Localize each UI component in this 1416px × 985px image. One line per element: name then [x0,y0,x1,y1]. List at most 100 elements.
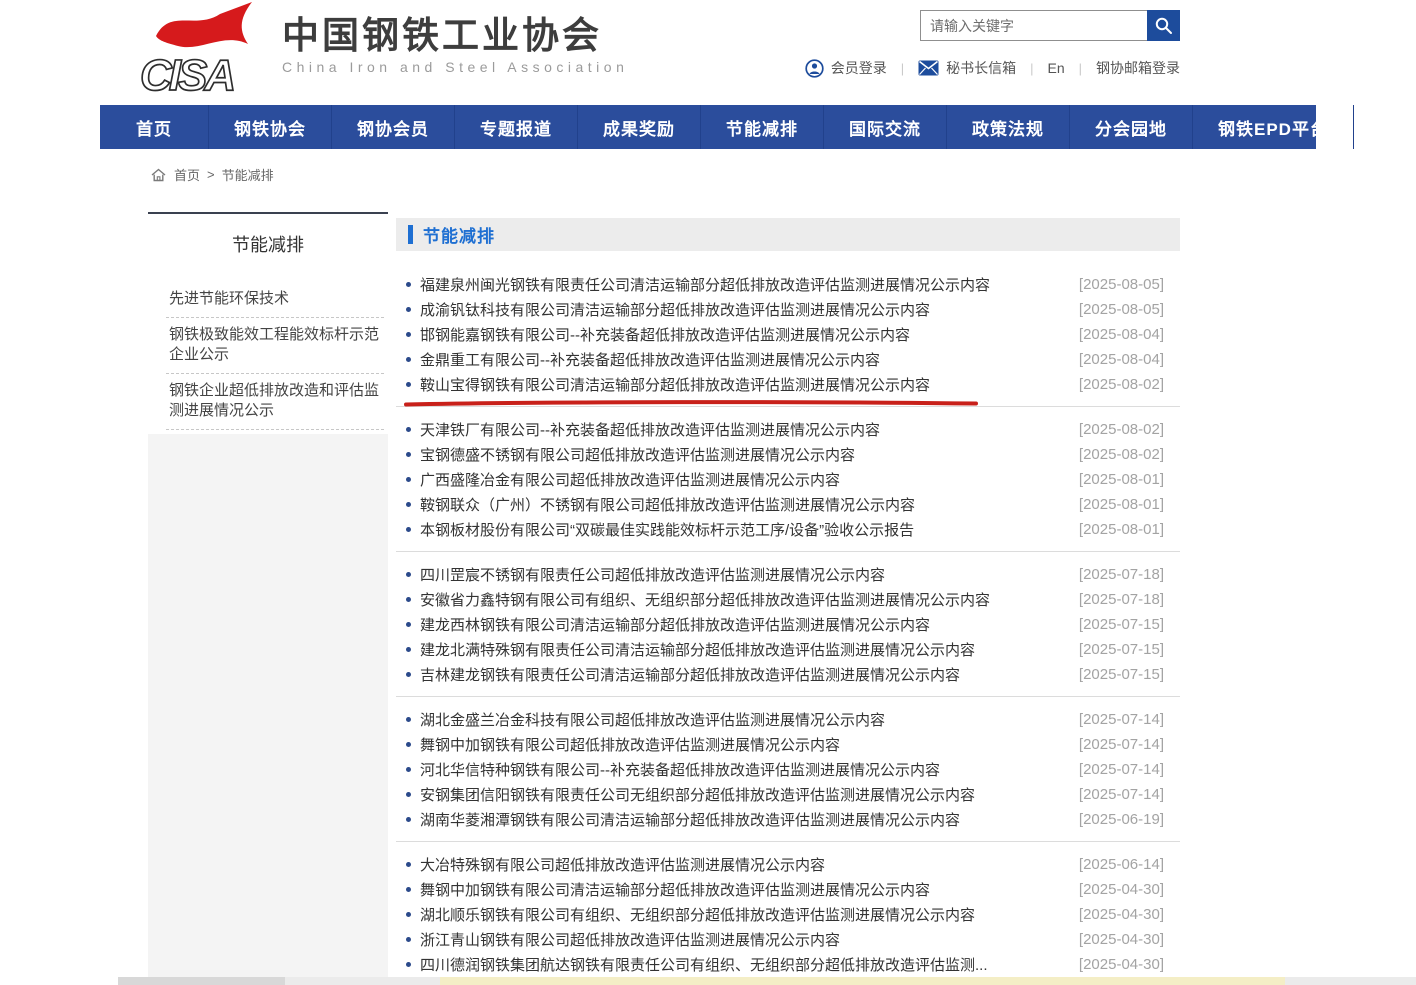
news-title[interactable]: 四川德润钢铁集团航达钢铁有限责任公司有组织、无组织部分超低排放改造评估监测... [420,954,988,975]
news-title[interactable]: 湖北金盛兰冶金科技有限公司超低排放改造评估监测进展情况公示内容 [420,709,885,730]
news-title[interactable]: 邯钢能嘉钢铁有限公司--补充装备超低排放改造评估监测进展情况公示内容 [420,324,910,345]
news-title[interactable]: 湖南华菱湘潭钢铁有限公司清洁运输部分超低排放改造评估监测进展情况公示内容 [420,809,960,830]
search-input[interactable] [920,10,1147,41]
news-title[interactable]: 四川罡宸不锈钢有限责任公司超低排放改造评估监测进展情况公示内容 [420,564,885,585]
nav-item-4[interactable]: 成果奖励 [578,105,701,149]
bullet-icon [406,817,411,822]
section-title: 节能减排 [423,222,495,247]
news-date: [2025-07-15] [1079,641,1180,658]
bullet-icon [406,962,411,967]
news-title[interactable]: 湖北顺乐钢铁有限公司有组织、无组织部分超低排放改造评估监测进展情况公示内容 [420,904,975,925]
top-link-label: 秘书长信箱 [946,58,1016,78]
nav-item-9[interactable]: 钢铁EPD平台 [1193,105,1354,149]
news-date: [2025-06-19] [1079,811,1180,828]
nav-item-5[interactable]: 节能减排 [701,105,824,149]
top-link-1[interactable]: 秘书长信箱 [918,58,1016,78]
breadcrumb-home[interactable]: 首页 [174,165,200,184]
nav-item-3[interactable]: 专题报道 [455,105,578,149]
bullet-icon [406,332,411,337]
news-title[interactable]: 安徽省力鑫特钢有限公司有组织、无组织部分超低排放改造评估监测进展情况公示内容 [420,589,990,610]
nav-item-10[interactable]: 低碳平台 [1354,105,1416,149]
nav-item-2[interactable]: 钢协会员 [332,105,455,149]
bullet-icon [406,672,411,677]
news-title[interactable]: 宝钢德盛不锈钢有限公司超低排放改造评估监测进展情况公示内容 [420,444,855,465]
news-title[interactable]: 大冶特殊钢有限公司超低排放改造评估监测进展情况公示内容 [420,854,825,875]
news-row: 本钢板材股份有限公司“双碳最佳实践能效标杆示范工序/设备”验收公示报告[2025… [396,517,1180,542]
news-title[interactable]: 安钢集团信阳钢铁有限责任公司无组织部分超低排放改造评估监测进展情况公示内容 [420,784,975,805]
news-date: [2025-07-14] [1079,761,1180,778]
site-logo[interactable]: CISA 中国钢铁工业协会 China Iron and Steel Assoc… [140,0,628,96]
nav-item-1[interactable]: 钢铁协会 [209,105,332,149]
nav-item-8[interactable]: 分会园地 [1070,105,1193,149]
news-title[interactable]: 河北华信特种钢铁有限公司--补充装备超低排放改造评估监测进展情况公示内容 [420,759,940,780]
top-link-0[interactable]: 会员登录 [805,58,887,78]
news-date: [2025-06-14] [1079,856,1180,873]
news-title[interactable]: 浙江青山钢铁有限公司超低排放改造评估监测进展情况公示内容 [420,929,840,950]
bullet-icon [406,622,411,627]
news-date: [2025-08-01] [1079,471,1180,488]
highlight-underline-icon [403,394,979,401]
section-accent-bar [408,225,413,244]
news-title[interactable]: 舞钢中加钢铁有限公司超低排放改造评估监测进展情况公示内容 [420,734,840,755]
news-group-4: 大冶特殊钢有限公司超低排放改造评估监测进展情况公示内容 [2025-06-14] 舞… [396,852,1180,985]
site-header: CISA 中国钢铁工业协会 China Iron and Steel Assoc… [0,0,1416,103]
news-date: [2025-07-18] [1079,591,1180,608]
news-group-0: 福建泉州闽光钢铁有限责任公司清洁运输部分超低排放改造评估监测进展情况公示内容 [2… [396,272,1180,407]
news-title[interactable]: 鞍钢联众（广州）不锈钢有限公司超低排放改造评估监测进展情况公示内容 [420,494,915,515]
svg-text:CISA: CISA [140,51,233,96]
nav-item-7[interactable]: 政策法规 [947,105,1070,149]
sidebar: 节能减排 先进节能环保技术钢铁极致能效工程能效标杆示范企业公示钢铁企业超低排放改… [148,212,388,985]
news-date: [2025-08-01] [1079,496,1180,513]
nav-item-6[interactable]: 国际交流 [824,105,947,149]
search-button[interactable] [1147,10,1180,41]
nav-item-0[interactable]: 首页 [100,105,209,149]
news-date: [2025-07-18] [1079,566,1180,583]
news-date: [2025-08-02] [1079,376,1180,393]
bullet-icon [406,282,411,287]
news-row: 四川德润钢铁集团航达钢铁有限责任公司有组织、无组织部分超低排放改造评估监测...… [396,952,1180,977]
news-title[interactable]: 本钢板材股份有限公司“双碳最佳实践能效标杆示范工序/设备”验收公示报告 [420,519,914,540]
news-row: 金鼎重工有限公司--补充装备超低排放改造评估监测进展情况公示内容[2025-08… [396,347,1180,372]
news-row: 舞钢中加钢铁有限公司清洁运输部分超低排放改造评估监测进展情况公示内容[2025-… [396,877,1180,902]
top-link-3[interactable]: 钢协邮箱登录 [1096,58,1180,78]
footer-segment [118,977,285,985]
bullet-icon [406,887,411,892]
home-icon [150,167,167,183]
news-date: [2025-04-30] [1079,956,1180,973]
news-title[interactable]: 福建泉州闽光钢铁有限责任公司清洁运输部分超低排放改造评估监测进展情况公示内容 [420,274,990,295]
news-title[interactable]: 舞钢中加钢铁有限公司清洁运输部分超低排放改造评估监测进展情况公示内容 [420,879,930,900]
top-link-2[interactable]: En [1047,60,1064,76]
news-row: 浙江青山钢铁有限公司超低排放改造评估监测进展情况公示内容[2025-04-30] [396,927,1180,952]
news-title[interactable]: 天津铁厂有限公司--补充装备超低排放改造评估监测进展情况公示内容 [420,419,880,440]
top-link-separator: | [1079,61,1082,76]
news-title[interactable]: 吉林建龙钢铁有限责任公司清洁运输部分超低排放改造评估监测进展情况公示内容 [420,664,960,685]
top-link-separator: | [901,61,904,76]
sidebar-item-0[interactable]: 先进节能环保技术 [166,282,384,318]
news-date: [2025-04-30] [1079,906,1180,923]
footer-segment [285,977,440,985]
news-row: 四川罡宸不锈钢有限责任公司超低排放改造评估监测进展情况公示内容 [2025-07-… [396,562,1180,587]
news-row: 吉林建龙钢铁有限责任公司清洁运输部分超低排放改造评估监测进展情况公示内容[202… [396,662,1180,687]
news-title[interactable]: 广西盛隆冶金有限公司超低排放改造评估监测进展情况公示内容 [420,469,840,490]
news-title[interactable]: 金鼎重工有限公司--补充装备超低排放改造评估监测进展情况公示内容 [420,349,880,370]
bullet-icon [406,477,411,482]
news-row: 邯钢能嘉钢铁有限公司--补充装备超低排放改造评估监测进展情况公示内容[2025-… [396,322,1180,347]
bullet-icon [406,427,411,432]
news-title[interactable]: 鞍山宝得钢铁有限公司清洁运输部分超低排放改造评估监测进展情况公示内容 [420,374,930,395]
footer-segment [1285,977,1416,985]
bullet-icon [406,937,411,942]
sidebar-item-2[interactable]: 钢铁企业超低排放改造和评估监测进展情况公示 [166,374,384,430]
breadcrumb: 首页 > 节能减排 [150,165,274,184]
sidebar-item-1[interactable]: 钢铁极致能效工程能效标杆示范企业公示 [166,318,384,374]
news-row: 河北华信特种钢铁有限公司--补充装备超低排放改造评估监测进展情况公示内容 [202… [396,757,1180,782]
news-row: 安徽省力鑫特钢有限公司有组织、无组织部分超低排放改造评估监测进展情况公示内容 [2… [396,587,1180,612]
news-title[interactable]: 建龙北满特殊钢有限责任公司清洁运输部分超低排放改造评估监测进展情况公示内容 [420,639,975,660]
news-title[interactable]: 建龙西林钢铁有限公司清洁运输部分超低排放改造评估监测进展情况公示内容 [420,614,930,635]
search-icon [1154,16,1173,35]
news-title[interactable]: 成渝钒钛科技有限公司清洁运输部分超低排放改造评估监测进展情况公示内容 [420,299,930,320]
news-row: 福建泉州闽光钢铁有限责任公司清洁运输部分超低排放改造评估监测进展情况公示内容[2… [396,272,1180,297]
bullet-icon [406,572,411,577]
news-row: 鞍山宝得钢铁有限公司清洁运输部分超低排放改造评估监测进展情况公示内容 [2025-… [396,372,1180,397]
sidebar-menu: 先进节能环保技术钢铁极致能效工程能效标杆示范企业公示钢铁企业超低排放改造和评估监… [166,282,384,430]
bullet-icon [406,717,411,722]
